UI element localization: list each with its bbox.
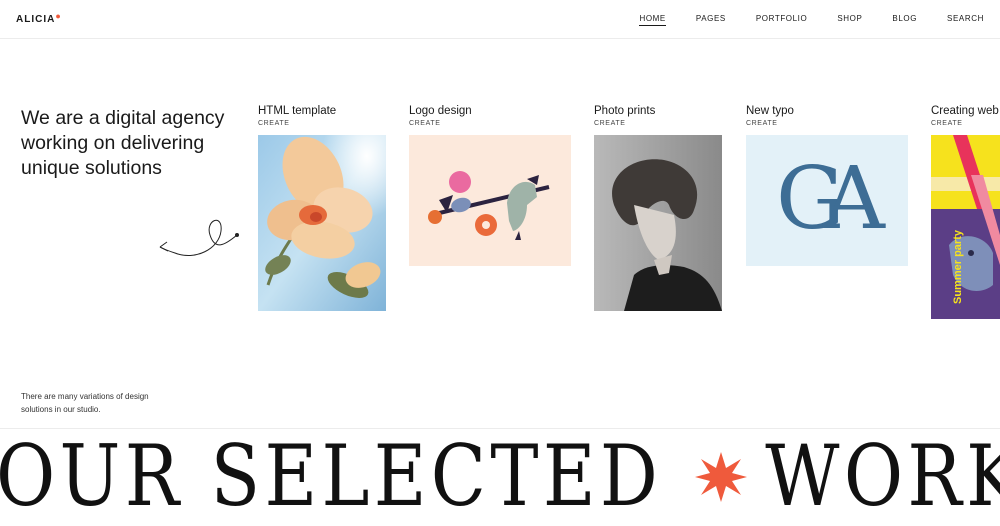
portfolio-item-category[interactable]: CREATE bbox=[409, 120, 472, 127]
portfolio-item-logo-design[interactable]: Logo design CREATE bbox=[409, 105, 571, 266]
nav-search[interactable]: SEARCH bbox=[947, 14, 984, 26]
selected-work-marquee: OUR SELECTED WORK bbox=[0, 426, 1000, 526]
poster-text: Summer party bbox=[952, 230, 964, 304]
studio-description: There are many variations of design solu… bbox=[21, 392, 149, 414]
star-icon bbox=[695, 452, 747, 502]
portfolio-item-category[interactable]: CREATE bbox=[746, 120, 794, 127]
site-header: ALICIA● HOME PAGES PORTFOLIO SHOP BLOG S… bbox=[0, 0, 1000, 39]
main-nav: HOME PAGES PORTFOLIO SHOP BLOG SEARCH bbox=[609, 14, 984, 26]
nav-shop[interactable]: SHOP bbox=[837, 14, 862, 26]
portrait-photo[interactable] bbox=[594, 135, 722, 311]
nav-pages[interactable]: PAGES bbox=[696, 14, 726, 26]
logo-design-image[interactable] bbox=[409, 135, 571, 266]
typography-image[interactable]: GA bbox=[746, 135, 908, 266]
portfolio-item-html-template[interactable]: HTML template CREATE bbox=[258, 105, 386, 311]
typo-letters: GA bbox=[776, 149, 885, 249]
portfolio-item-photo-prints[interactable]: Photo prints CREATE bbox=[594, 105, 722, 311]
portfolio-item-title[interactable]: Logo design bbox=[409, 105, 472, 117]
curly-arrow-icon bbox=[159, 219, 239, 257]
hero-heading: We are a digital agency working on deliv… bbox=[21, 107, 225, 179]
nav-home[interactable]: HOME bbox=[639, 14, 666, 26]
portfolio-item-new-typo[interactable]: New typo CREATE GA bbox=[746, 105, 908, 266]
marquee-left-text: OUR SELECTED bbox=[0, 427, 663, 525]
logo[interactable]: ALICIA● bbox=[16, 11, 62, 25]
portfolio-item-title[interactable]: New typo bbox=[746, 105, 794, 117]
summer-party-poster-image[interactable]: Summer party bbox=[931, 135, 1000, 319]
logo-text[interactable]: ALICIA bbox=[16, 14, 55, 25]
portfolio-item-category[interactable]: CREATE bbox=[594, 120, 655, 127]
nav-blog[interactable]: BLOG bbox=[892, 14, 917, 26]
flower-image[interactable] bbox=[258, 135, 386, 311]
portfolio-item-title[interactable]: HTML template bbox=[258, 105, 336, 117]
marquee-right-text: WORK bbox=[765, 427, 1000, 525]
portfolio-item-category[interactable]: CREATE bbox=[931, 120, 999, 127]
logo-dot-icon: ● bbox=[55, 11, 62, 21]
nav-portfolio[interactable]: PORTFOLIO bbox=[756, 14, 807, 26]
portfolio-item-title[interactable]: Creating web bbox=[931, 105, 999, 117]
portfolio-item-title[interactable]: Photo prints bbox=[594, 105, 655, 117]
portfolio-item-category[interactable]: CREATE bbox=[258, 120, 336, 127]
portfolio-item-creating-web[interactable]: Creating web CREATE Summer party bbox=[931, 105, 1000, 319]
